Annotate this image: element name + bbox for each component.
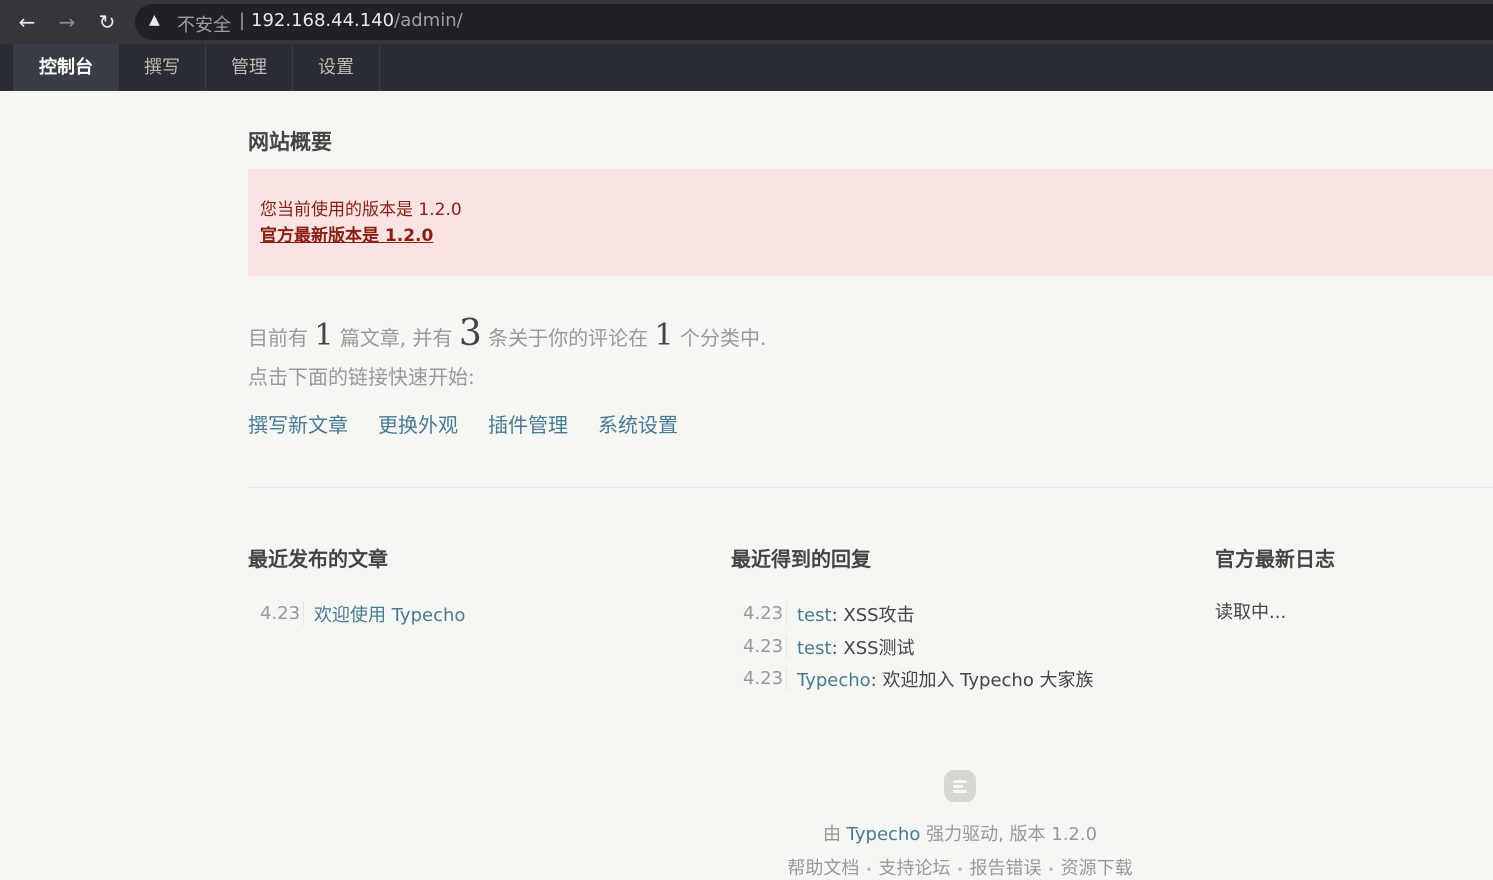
recent-replies-title: 最近得到的回复 bbox=[731, 547, 871, 571]
powered-suffix: 强力驱动, 版本 1.2.0 bbox=[926, 824, 1098, 845]
stats-prefix: 目前有 bbox=[248, 326, 308, 350]
report-bug-link[interactable]: 报告错误 bbox=[970, 858, 1042, 879]
recent-posts-title: 最近发布的文章 bbox=[248, 547, 388, 571]
latest-version-link[interactable]: 官方最新版本是 1.2.0 bbox=[260, 226, 433, 246]
insecure-label[interactable]: 不安全 bbox=[177, 11, 231, 37]
list-item: 4.23 test: XSS攻击 bbox=[731, 598, 1171, 631]
post-count: 1 bbox=[314, 318, 334, 353]
system-settings-link[interactable]: 系统设置 bbox=[598, 409, 678, 438]
separator: • bbox=[865, 863, 873, 877]
downloads-link[interactable]: 资源下载 bbox=[1061, 858, 1133, 879]
reply-text: : 欢迎加入 Typecho 大家族 bbox=[870, 670, 1094, 692]
menu-item-settings[interactable]: 设置 bbox=[293, 44, 380, 91]
category-count: 1 bbox=[654, 318, 674, 353]
stats-comments-suffix: 条关于你的评论在 bbox=[488, 326, 649, 350]
powered-by: 由 Typecho 强力驱动, 版本 1.2.0 bbox=[427, 820, 1493, 846]
item-date: 4.23 bbox=[731, 602, 787, 627]
comment-count: 3 bbox=[458, 313, 482, 354]
powered-prefix: 由 bbox=[822, 824, 841, 845]
footer-links: 帮助文档 • 支持论坛 • 报告错误 • 资源下载 bbox=[427, 854, 1493, 880]
reply-text: : XSS攻击 bbox=[831, 605, 915, 627]
item-date: 4.23 bbox=[731, 667, 787, 692]
back-arrow-icon[interactable]: ← bbox=[13, 8, 41, 36]
quick-links: 撰写新文章 更换外观 插件管理 系统设置 bbox=[248, 409, 678, 438]
url-text[interactable]: 192.168.44.140/admin/ bbox=[251, 10, 463, 31]
stats-categories-suffix: 个分类中. bbox=[679, 326, 767, 350]
list-item: 4.23 欢迎使用 Typecho bbox=[248, 598, 688, 631]
current-version-text: 您当前使用的版本是 1.2.0 bbox=[260, 200, 462, 220]
change-theme-link[interactable]: 更换外观 bbox=[378, 409, 458, 438]
typecho-logo-icon bbox=[944, 770, 976, 802]
admin-menu-bar: 控制台 撰写 管理 设置 bbox=[0, 44, 1493, 91]
version-notice: 您当前使用的版本是 1.2.0 官方最新版本是 1.2.0 bbox=[248, 169, 1493, 276]
write-post-link[interactable]: 撰写新文章 bbox=[248, 409, 348, 438]
typecho-link[interactable]: Typecho bbox=[847, 824, 921, 845]
reply-author-link[interactable]: test bbox=[797, 605, 832, 626]
official-log-section: 官方最新日志 读取中... bbox=[1215, 543, 1493, 624]
divider bbox=[248, 487, 1493, 488]
quick-start-tip: 点击下面的链接快速开始: bbox=[248, 365, 475, 389]
post-link[interactable]: 欢迎使用 Typecho bbox=[314, 605, 465, 626]
reload-icon[interactable]: ↻ bbox=[93, 8, 121, 36]
menu-item-dashboard[interactable]: 控制台 bbox=[13, 44, 119, 91]
help-docs-link[interactable]: 帮助文档 bbox=[787, 858, 859, 879]
list-item: 4.23 Typecho: 欢迎加入 Typecho 大家族 bbox=[731, 663, 1171, 696]
official-log-title: 官方最新日志 bbox=[1215, 547, 1335, 571]
site-stats: 目前有 1 篇文章, 并有 3 条关于你的评论在 1 个分类中. bbox=[248, 313, 766, 354]
page-title: 网站概要 bbox=[248, 130, 332, 154]
item-date: 4.23 bbox=[248, 602, 304, 627]
stats-posts-suffix: 篇文章, 并有 bbox=[339, 326, 453, 350]
separator: • bbox=[956, 863, 964, 877]
forward-arrow-icon[interactable]: → bbox=[53, 8, 81, 36]
menu-item-manage[interactable]: 管理 bbox=[206, 44, 293, 91]
separator: • bbox=[1047, 863, 1055, 877]
separator: | bbox=[239, 10, 246, 31]
item-date: 4.23 bbox=[731, 634, 787, 659]
footer: 由 Typecho 强力驱动, 版本 1.2.0 帮助文档 • 支持论坛 • 报告错误 •… bbox=[0, 770, 1493, 880]
address-bar[interactable]: ▲ 不安全 | 192.168.44.140/admin/ bbox=[135, 4, 1493, 40]
loading-text: 读取中... bbox=[1215, 602, 1287, 623]
support-forum-link[interactable]: 支持论坛 bbox=[878, 858, 950, 879]
warning-icon[interactable]: ▲ bbox=[149, 12, 160, 28]
reply-author-link[interactable]: test bbox=[797, 638, 832, 659]
list-item: 4.23 test: XSS测试 bbox=[731, 631, 1171, 664]
reply-author-link[interactable]: Typecho bbox=[797, 670, 871, 691]
recent-posts-section: 最近发布的文章 4.23 欢迎使用 Typecho bbox=[248, 543, 688, 631]
main-menu: 控制台 撰写 管理 设置 bbox=[13, 44, 380, 91]
menu-item-write[interactable]: 撰写 bbox=[119, 44, 206, 91]
reply-text: : XSS测试 bbox=[831, 637, 915, 659]
plugin-manage-link[interactable]: 插件管理 bbox=[488, 409, 568, 438]
recent-replies-section: 最近得到的回复 4.23 test: XSS攻击 4.23 test: XSS测… bbox=[731, 543, 1171, 696]
browser-toolbar: ← → ↻ ▲ 不安全 | 192.168.44.140/admin/ bbox=[0, 0, 1493, 44]
